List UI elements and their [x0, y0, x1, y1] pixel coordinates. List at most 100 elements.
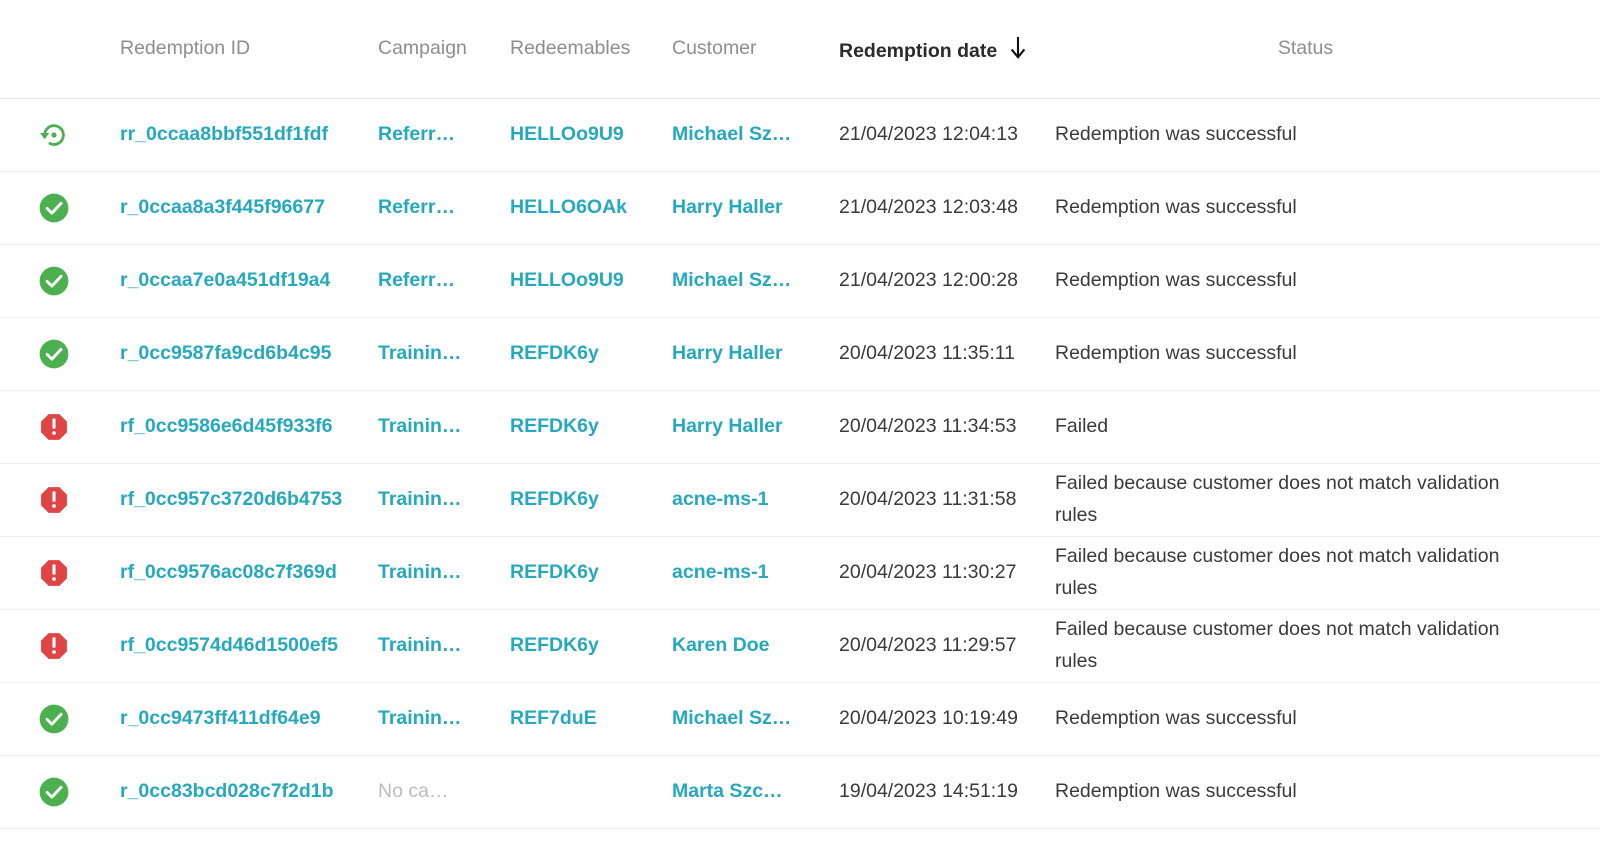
- status-message: Redemption was successful: [1055, 195, 1297, 218]
- campaign-link[interactable]: Trainin…: [378, 463, 510, 536]
- check-circle-icon: [37, 264, 71, 298]
- customer-label: acne-ms-1: [672, 561, 769, 583]
- customer-label: Harry Haller: [672, 196, 783, 218]
- redeemable-link[interactable]: REFDK6y: [510, 463, 672, 536]
- status-message: Failed because customer does not match v…: [1055, 617, 1500, 672]
- campaign-label: Trainin…: [378, 634, 462, 656]
- column-header-redemption-id[interactable]: Redemption ID: [110, 0, 378, 99]
- redemptions-table-container: Redemption ID Campaign Redeemables Custo…: [0, 0, 1600, 829]
- redeemable-link[interactable]: REFDK6y: [510, 609, 672, 682]
- row-status-icon-cell: [0, 536, 110, 609]
- rollback-icon: [37, 118, 71, 152]
- customer-link[interactable]: Michael Sz…: [672, 244, 839, 317]
- redeemable-link[interactable]: REF7duE: [510, 682, 672, 755]
- column-header-redeemables[interactable]: Redeemables: [510, 0, 672, 99]
- status-message: Failed because customer does not match v…: [1055, 544, 1500, 599]
- row-status-icon-cell: [0, 171, 110, 244]
- campaign-link[interactable]: Referr…: [378, 171, 510, 244]
- status-message: Redemption was successful: [1055, 268, 1297, 291]
- campaign-label: Referr…: [378, 269, 455, 291]
- error-octagon-icon: [37, 556, 71, 590]
- row-status-icon-cell: [0, 682, 110, 755]
- check-circle-icon: [37, 775, 71, 809]
- redemption-date-value: 21/04/2023 12:04:13: [839, 123, 1018, 145]
- column-header-customer-label: Customer: [672, 37, 757, 60]
- redeemable-link[interactable]: HELLO6OAk: [510, 171, 672, 244]
- column-header-status-icon: [0, 0, 110, 99]
- table-row[interactable]: rf_0cc9586e6d45f933f6 Trainin… REFDK6y Harr…: [0, 390, 1600, 463]
- column-header-campaign[interactable]: Campaign: [378, 0, 510, 99]
- redemption-date-value: 20/04/2023 11:30:27: [839, 561, 1017, 583]
- column-header-redemption-date-label: Redemption date: [839, 39, 998, 62]
- redemption-id-link[interactable]: r_0cc83bcd028c7f2d1b: [110, 755, 378, 828]
- table-row[interactable]: rf_0cc9576ac08c7f369d Trainin… REFDK6y acne…: [0, 536, 1600, 609]
- campaign-link[interactable]: Referr…: [378, 98, 510, 171]
- table-row[interactable]: rf_0cc957c3720d6b4753 Trainin… REFDK6y acne…: [0, 463, 1600, 536]
- table-header: Redemption ID Campaign Redeemables Custo…: [0, 0, 1600, 99]
- check-circle-icon: [37, 191, 71, 225]
- check-circle-icon: [37, 337, 71, 371]
- customer-label: Michael Sz…: [672, 707, 792, 729]
- redeemable-link[interactable]: HELLOo9U9: [510, 244, 672, 317]
- column-header-campaign-label: Campaign: [378, 37, 467, 60]
- table-row[interactable]: r_0cc9587fa9cd6b4c95 Trainin… REFDK6y Harry…: [0, 317, 1600, 390]
- table-row[interactable]: r_0cc9473ff411df64e9 Trainin… REF7duE Micha…: [0, 682, 1600, 755]
- redeemable-link[interactable]: REFDK6y: [510, 317, 672, 390]
- row-status-icon-cell: [0, 609, 110, 682]
- customer-label: Harry Haller: [672, 342, 783, 364]
- customer-label: acne-ms-1: [672, 488, 769, 510]
- table-row[interactable]: r_0ccaa8a3f445f96677 Referr… HELLO6OAk Harr…: [0, 171, 1600, 244]
- status-message: Redemption was successful: [1055, 341, 1297, 364]
- customer-link[interactable]: Michael Sz…: [672, 98, 839, 171]
- redemption-date-value: 20/04/2023 11:29:57: [839, 634, 1017, 656]
- customer-link[interactable]: Karen Doe: [672, 609, 839, 682]
- customer-link[interactable]: Harry Haller: [672, 171, 839, 244]
- redemption-id-link[interactable]: rr_0ccaa8bbf551df1fdf: [110, 98, 378, 171]
- column-header-redemption-date[interactable]: Redemption date: [839, 0, 1055, 99]
- table-row[interactable]: rf_0cc9574d46d1500ef5 Trainin… REFDK6y Kare…: [0, 609, 1600, 682]
- redemption-id-link[interactable]: r_0ccaa7e0a451df19a4: [110, 244, 378, 317]
- column-header-customer[interactable]: Customer: [672, 0, 839, 99]
- status-message: Redemption was successful: [1055, 779, 1297, 802]
- customer-link[interactable]: Harry Haller: [672, 390, 839, 463]
- redemption-date-value: 19/04/2023 14:51:19: [839, 780, 1018, 802]
- row-status-icon-cell: [0, 98, 110, 171]
- campaign-link[interactable]: Referr…: [378, 244, 510, 317]
- redemption-id-link[interactable]: rf_0cc957c3720d6b4753: [110, 463, 378, 536]
- redemption-id-link[interactable]: r_0ccaa8a3f445f96677: [110, 171, 378, 244]
- customer-link[interactable]: Michael Sz…: [672, 682, 839, 755]
- redemption-id-link[interactable]: r_0cc9473ff411df64e9: [110, 682, 378, 755]
- customer-link[interactable]: acne-ms-1: [672, 463, 839, 536]
- status-message: Redemption was successful: [1055, 122, 1297, 145]
- campaign-link[interactable]: Trainin…: [378, 317, 510, 390]
- redeemable-link[interactable]: REFDK6y: [510, 536, 672, 609]
- column-header-status[interactable]: Status: [1055, 0, 1600, 99]
- redemption-id-link[interactable]: rf_0cc9586e6d45f933f6: [110, 390, 378, 463]
- arrow-down-icon[interactable]: [1007, 35, 1029, 61]
- campaign-label: Trainin…: [378, 488, 462, 510]
- status-message: Failed because customer does not match v…: [1055, 471, 1500, 526]
- campaign-link[interactable]: Trainin…: [378, 390, 510, 463]
- row-status-icon-cell: [0, 755, 110, 828]
- customer-link[interactable]: Harry Haller: [672, 317, 839, 390]
- row-status-icon-cell: [0, 463, 110, 536]
- table-row[interactable]: r_0ccaa7e0a451df19a4 Referr… HELLOo9U9 Mich…: [0, 244, 1600, 317]
- campaign-link[interactable]: Trainin…: [378, 609, 510, 682]
- redemption-id-link[interactable]: rf_0cc9576ac08c7f369d: [110, 536, 378, 609]
- table-row[interactable]: r_0cc83bcd028c7f2d1b No ca… Marta Szc… 19/0…: [0, 755, 1600, 828]
- redemption-id-link[interactable]: rf_0cc9574d46d1500ef5: [110, 609, 378, 682]
- redemptions-table: Redemption ID Campaign Redeemables Custo…: [0, 0, 1600, 829]
- redeemable-link[interactable]: REFDK6y: [510, 390, 672, 463]
- column-header-redemption-id-label: Redemption ID: [120, 37, 251, 60]
- table-row[interactable]: rr_0ccaa8bbf551df1fdf Referr… HELLOo9U9 Mic…: [0, 98, 1600, 171]
- campaign-label: Referr…: [378, 123, 455, 145]
- campaign-empty-label: No ca…: [378, 755, 510, 828]
- redemption-id-link[interactable]: r_0cc9587fa9cd6b4c95: [110, 317, 378, 390]
- customer-link[interactable]: acne-ms-1: [672, 536, 839, 609]
- redeemable-link[interactable]: HELLOo9U9: [510, 98, 672, 171]
- campaign-link[interactable]: Trainin…: [378, 682, 510, 755]
- customer-link[interactable]: Marta Szc…: [672, 755, 839, 828]
- redemption-date-value: 21/04/2023 12:03:48: [839, 196, 1018, 218]
- redemption-date-value: 20/04/2023 11:34:53: [839, 415, 1017, 437]
- campaign-link[interactable]: Trainin…: [378, 536, 510, 609]
